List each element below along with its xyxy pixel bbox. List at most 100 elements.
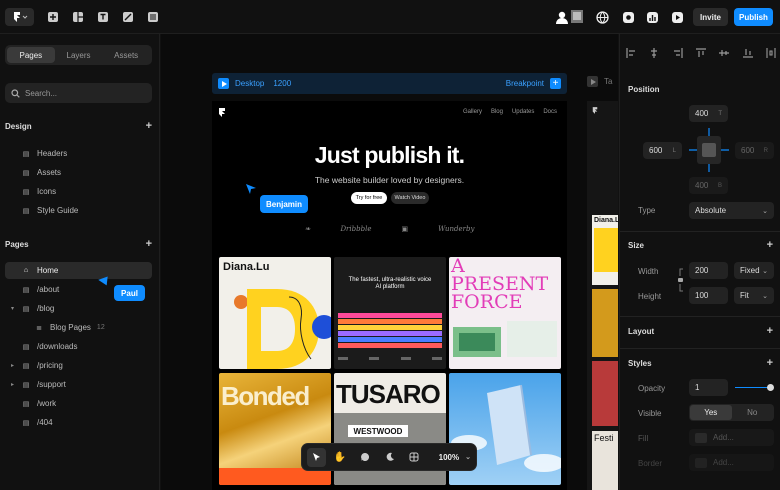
site-nav-item[interactable]: Updates [512, 109, 534, 115]
insert-button[interactable] [45, 8, 61, 26]
frame-label-bar[interactable]: Desktop 1200 Breakpoint + [212, 73, 567, 94]
design-item-icons[interactable]: ▤ Icons [5, 183, 152, 200]
design-item-assets[interactable]: ▤ Assets [5, 164, 152, 181]
design-item-label: Headers [37, 149, 68, 158]
framer-logo-menu[interactable] [5, 8, 34, 26]
page-item-label: /downloads [37, 342, 78, 351]
site-nav-item[interactable]: Gallery [463, 109, 482, 115]
design-item-style-guide[interactable]: ▤ Style Guide [5, 202, 152, 219]
link-dimensions-icon[interactable] [677, 268, 685, 292]
diana-illustration [234, 289, 331, 369]
opacity-input[interactable]: 1 [689, 379, 728, 396]
analytics-button[interactable] [644, 8, 660, 26]
page-item-pricing[interactable]: ▸ ▤ /pricing [5, 357, 152, 374]
add-page-icon[interactable]: + [146, 239, 152, 250]
cms-button[interactable] [145, 8, 161, 26]
preview-button[interactable] [669, 8, 685, 26]
select-tool-button[interactable] [307, 447, 326, 467]
site-cta-secondary[interactable]: Watch Video [391, 192, 429, 204]
position-right-input[interactable]: 600 R [735, 142, 774, 159]
width-input[interactable]: 200 [689, 262, 728, 279]
layout-icon [73, 12, 83, 22]
height-input[interactable]: 100 [689, 287, 728, 304]
align-right-icon[interactable] [673, 48, 683, 60]
page-item-home[interactable]: ⌂ Home [5, 262, 152, 279]
width-label: Width [638, 267, 659, 276]
chevron-right-icon[interactable]: ▸ [11, 362, 14, 369]
add-design-page-icon[interactable]: + [146, 121, 152, 132]
gallery-card-present-force[interactable]: A PRESENT FORCE [449, 257, 561, 369]
search-icon [11, 88, 20, 98]
site-cta-primary[interactable]: Try for free [351, 192, 387, 204]
tab-layers[interactable]: Layers [55, 47, 103, 63]
gallery-card-voice-ai[interactable]: The fastest, ultra-realistic voice AI pl… [334, 257, 446, 369]
text-button[interactable] [95, 8, 111, 26]
position-top-input[interactable]: 400 T [689, 105, 728, 122]
constraints-widget[interactable] [689, 128, 729, 172]
add-style-icon[interactable]: + [767, 358, 773, 369]
visible-yes-option[interactable]: Yes [690, 405, 732, 420]
tusaro-sign: WESTWOOD [348, 425, 408, 437]
dark-mode-button[interactable] [379, 448, 400, 467]
fill-input[interactable]: Add... [689, 429, 774, 446]
present-force-image [453, 327, 501, 357]
design-section-header: Design + [5, 121, 152, 132]
publish-button[interactable]: Publish [734, 8, 773, 26]
position-bottom-input[interactable]: 400 B [689, 177, 728, 194]
page-item-work[interactable]: ▤ /work [5, 395, 152, 412]
position-left-input[interactable]: 600 L [643, 142, 682, 159]
page-item-label: Home [37, 266, 59, 275]
height-mode-select[interactable]: Fit ⌄ [734, 287, 774, 304]
site-nav-item[interactable]: Docs [543, 109, 557, 115]
tablet-frame-label[interactable]: Ta [587, 76, 612, 87]
type-select[interactable]: Absolute ⌄ [689, 202, 774, 219]
chevron-right-icon[interactable]: ▸ [11, 381, 14, 388]
search-input[interactable]: Search... [5, 83, 152, 103]
frame-play-icon[interactable] [587, 76, 598, 87]
align-bottom-icon[interactable] [742, 48, 753, 60]
page-item-404[interactable]: ▤ /404 [5, 414, 152, 431]
add-size-icon[interactable]: + [767, 240, 773, 251]
frame-play-icon[interactable] [218, 78, 229, 89]
breakpoint-label[interactable]: Breakpoint [506, 79, 544, 88]
invite-button[interactable]: Invite [693, 8, 728, 26]
page-item-blog[interactable]: ▾ ▤ /blog [5, 300, 152, 317]
width-mode-select[interactable]: Fixed ⌄ [734, 262, 774, 279]
tablet-frame[interactable]: Diana.Lu Festi [587, 101, 618, 490]
border-input[interactable]: Add... [689, 454, 774, 471]
hand-tool-button[interactable]: ✋ [330, 448, 351, 467]
align-top-icon[interactable] [695, 48, 706, 60]
align-center-icon[interactable] [649, 48, 659, 60]
desktop-frame[interactable]: Gallery Blog Updates Docs Just publish i… [212, 101, 567, 490]
voice-logo-row [338, 357, 442, 360]
visible-no-option[interactable]: No [732, 405, 774, 420]
canvas[interactable]: Desktop 1200 Breakpoint + Ta Gallery Blo… [161, 34, 618, 490]
chevron-down-icon[interactable]: ▾ [11, 305, 14, 312]
opacity-slider-thumb[interactable] [767, 384, 774, 391]
layout-button[interactable] [70, 8, 86, 26]
design-item-headers[interactable]: ▤ Headers [5, 145, 152, 162]
align-left-icon[interactable] [626, 48, 636, 60]
logo-wunderby: Wunderby [438, 225, 475, 233]
collaborator-avatars[interactable] [553, 8, 585, 26]
position-title: Position [628, 85, 660, 94]
zoom-control[interactable]: 100% ⌄ [439, 448, 471, 467]
opacity-slider-track[interactable] [735, 387, 771, 388]
page-item-blog-pages[interactable]: ≣ Blog Pages 12 [5, 319, 152, 336]
add-breakpoint-button[interactable]: + [550, 78, 561, 89]
gallery-card-diana[interactable]: Diana.Lu [219, 257, 331, 369]
grid-button[interactable] [404, 448, 425, 467]
align-middle-icon[interactable] [719, 48, 730, 60]
site-nav-item[interactable]: Blog [491, 109, 503, 115]
page-item-support[interactable]: ▸ ▤ /support [5, 376, 152, 393]
tab-pages[interactable]: Pages [7, 47, 55, 63]
distribute-icon[interactable] [766, 48, 776, 60]
page-item-downloads[interactable]: ▤ /downloads [5, 338, 152, 355]
vector-button[interactable] [120, 8, 136, 26]
page-item-label: /work [37, 399, 57, 408]
site-settings-button[interactable] [594, 8, 610, 26]
settings-button[interactable] [620, 8, 636, 26]
add-layout-icon[interactable]: + [767, 326, 773, 337]
comment-tool-button[interactable] [354, 448, 375, 467]
tab-assets[interactable]: Assets [102, 47, 150, 63]
